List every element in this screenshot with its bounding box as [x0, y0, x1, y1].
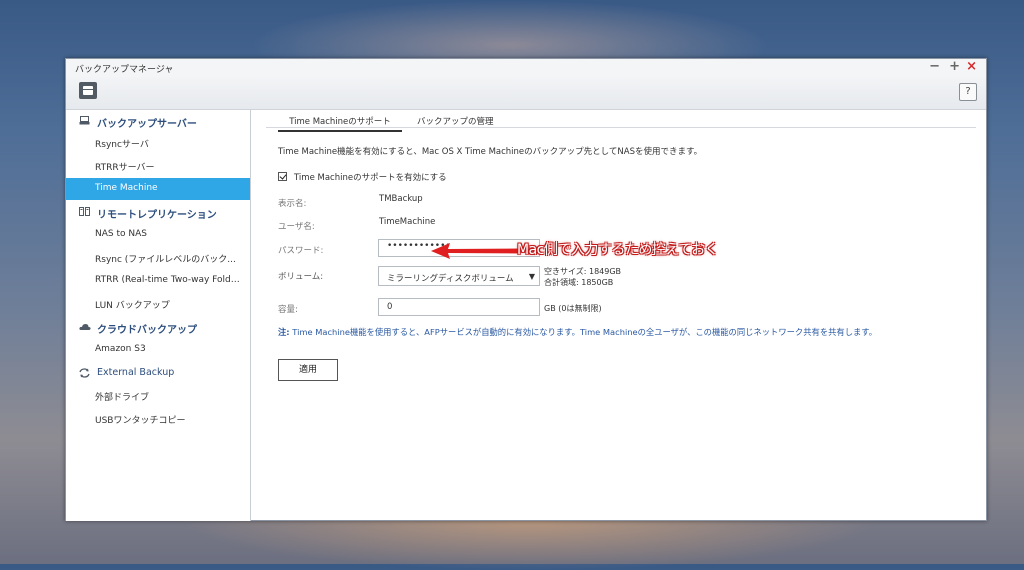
sidebar-item-usb-one-touch-copy[interactable]: USBワンタッチコピー — [66, 408, 250, 430]
title-bar: バックアップマネージャ − + × — [66, 59, 986, 78]
tab-divider — [266, 127, 976, 128]
sidebar-item-label: RTRRサーバー — [95, 163, 155, 173]
sidebar-item-rtrr[interactable]: RTRR (Real-time Two-way Folder ... — [66, 270, 250, 292]
display-name-value: TMBackup — [379, 194, 423, 204]
note-key: 注: — [278, 327, 290, 337]
sidebar-group-cloud-backup[interactable]: クラウドバックアップ — [66, 316, 250, 338]
sidebar-item-nas-to-nas[interactable]: NAS to NAS — [66, 224, 250, 246]
volume-selected-value: ミラーリングディスクボリューム — [387, 274, 514, 284]
help-button[interactable]: ? — [959, 83, 977, 101]
tab-time-machine-support[interactable]: Time Machineのサポート — [278, 115, 402, 132]
panel-toggle-icon[interactable] — [79, 82, 97, 99]
close-button[interactable]: × — [966, 60, 977, 74]
sidebar-item-external-drive[interactable]: 外部ドライブ — [66, 385, 250, 407]
replication-icon — [79, 207, 90, 216]
sidebar-group-external-backup[interactable]: External Backup — [66, 362, 250, 384]
sidebar-group-label: リモートレプリケーション — [97, 210, 217, 221]
sidebar-item-label: Time Machine — [95, 183, 158, 193]
sidebar-group-label: クラウドバックアップ — [97, 325, 197, 336]
maximize-button[interactable]: + — [949, 60, 960, 74]
sidebar-item-rtrr-server[interactable]: RTRRサーバー — [66, 155, 250, 177]
sidebar-item-lun-backup[interactable]: LUN バックアップ — [66, 293, 250, 315]
sidebar: バックアップサーバー Rsyncサーバ RTRRサーバー Time Machin… — [66, 110, 251, 521]
sidebar-item-amazon-s3[interactable]: Amazon S3 — [66, 339, 250, 361]
total-space-text: 合計領域: 1850GB — [544, 278, 614, 287]
capacity-label: 容量: — [278, 305, 298, 315]
username-value: TimeMachine — [379, 217, 436, 227]
minimize-button[interactable]: − — [929, 60, 940, 74]
window-title: バックアップマネージャ — [75, 65, 174, 75]
sidebar-item-label: RTRR (Real-time Two-way Folder ... — [95, 275, 243, 285]
free-space-text: 空きサイズ: 1849GB — [544, 267, 622, 276]
description-text: Time Machine機能を有効にすると、Mac OS X Time Mach… — [278, 147, 703, 157]
sidebar-item-label: LUN バックアップ — [95, 301, 170, 311]
sidebar-item-label: NAS to NAS — [95, 229, 147, 239]
tab-backup-management[interactable]: バックアップの管理 — [417, 115, 494, 127]
enable-time-machine-checkbox[interactable] — [278, 172, 287, 181]
sidebar-item-rsync-server[interactable]: Rsyncサーバ — [66, 132, 250, 154]
sidebar-group-backup-server[interactable]: バックアップサーバー — [66, 110, 250, 132]
sidebar-item-rsync-file-level[interactable]: Rsync (ファイルレベルのバック... — [66, 247, 250, 269]
sidebar-item-time-machine[interactable]: Time Machine — [66, 178, 250, 200]
chevron-down-icon: ▼ — [528, 272, 535, 281]
display-name-label: 表示名: — [278, 199, 307, 209]
sidebar-group-remote-replication[interactable]: リモートレプリケーション — [66, 201, 250, 223]
enable-time-machine-label: Time Machineのサポートを有効にする — [294, 173, 447, 183]
password-label: パスワード: — [278, 246, 324, 256]
sidebar-item-label: 外部ドライブ — [95, 393, 150, 403]
sidebar-group-label: External Backup — [97, 367, 175, 378]
capacity-unit-text: GB (0は無制限) — [544, 304, 602, 313]
capacity-field[interactable]: 0 — [378, 298, 540, 316]
cloud-icon — [79, 322, 91, 331]
main-panel: Time Machineのサポート バックアップの管理 Time Machine… — [251, 110, 986, 521]
sidebar-item-label: USBワンタッチコピー — [95, 416, 186, 426]
note-text: 注: Time Machine機能を使用すると、AFPサービスが自動的に有効にな… — [278, 326, 877, 338]
sidebar-item-label: Rsyncサーバ — [95, 140, 149, 150]
volume-select[interactable]: ミラーリングディスクボリューム ▼ — [378, 266, 540, 286]
volume-label: ボリューム: — [278, 272, 324, 282]
annotation-arrow-icon — [431, 243, 520, 259]
sidebar-item-label: Rsync (ファイルレベルのバック... — [95, 255, 236, 265]
username-label: ユーザ名: — [278, 222, 315, 232]
sync-icon — [79, 368, 90, 378]
annotation-text: Mac側で入力するため控えておく — [517, 242, 719, 258]
note-body: Time Machine機能を使用すると、AFPサービスが自動的に有効になります… — [292, 327, 878, 337]
sidebar-group-label: バックアップサーバー — [97, 119, 197, 130]
backup-manager-window: バックアップマネージャ − + × ? バックアップサーバー Rsyncサーバ … — [65, 58, 987, 521]
apply-button[interactable]: 適用 — [278, 359, 338, 381]
server-icon — [79, 116, 90, 125]
sidebar-item-label: Amazon S3 — [95, 344, 146, 354]
toolbar: ? — [66, 77, 986, 110]
